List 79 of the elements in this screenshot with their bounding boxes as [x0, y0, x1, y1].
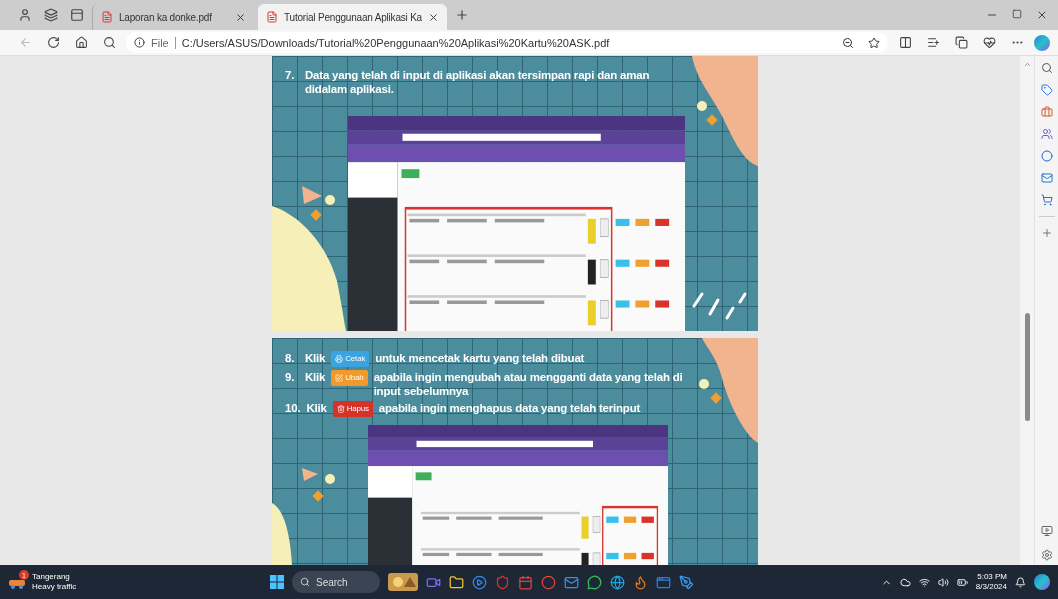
calendar-icon[interactable]: [518, 574, 533, 590]
url-scheme: File: [151, 36, 176, 49]
briefcase-icon[interactable]: [1040, 106, 1053, 118]
dash-marks: [692, 292, 747, 320]
flame-icon[interactable]: [633, 574, 648, 590]
add-icon[interactable]: [1040, 227, 1053, 239]
step-number: 7.: [285, 68, 296, 82]
diamond-shape: [310, 209, 322, 221]
step-action: Klik: [305, 351, 326, 365]
people-icon[interactable]: [1040, 128, 1053, 140]
scrollbar-thumb[interactable]: [1024, 313, 1030, 421]
step-action: Klik: [306, 401, 327, 415]
step-text: Data yang telah di input di aplikasi akan tersimpan rapi dan aman didalam aplikasi.: [305, 68, 651, 96]
window-icon[interactable]: [656, 574, 671, 590]
chat-icon[interactable]: [587, 574, 602, 590]
windows-icon[interactable]: [270, 575, 284, 589]
diamond-shape: [312, 490, 324, 502]
tag-icon[interactable]: [1040, 84, 1053, 96]
trash-icon: [336, 405, 345, 413]
browser-tab[interactable]: Tutorial Penggunaan Aplikasi Ka: [258, 4, 447, 30]
step-text: untuk mencetak kartu yang telah dibuat: [375, 351, 586, 365]
dot-shape: [699, 379, 709, 389]
print-icon: [335, 355, 344, 363]
mail-icon[interactable]: [1040, 172, 1053, 184]
step-number: 9.: [285, 370, 296, 384]
wifi-icon[interactable]: [918, 576, 930, 588]
search-field[interactable]: Search: [292, 571, 380, 593]
weather-status: Heavy traffic: [32, 582, 77, 592]
blob-shape: [272, 503, 292, 565]
step-number: 8.: [285, 351, 296, 365]
settings-icon[interactable]: [1040, 549, 1053, 561]
pdf-icon: [266, 11, 278, 23]
shield-icon[interactable]: [495, 574, 510, 590]
button-image: Cetak: [331, 351, 370, 367]
pen-icon[interactable]: [679, 574, 694, 590]
triangle-shape: [302, 468, 318, 481]
clock-date[interactable]: 8/3/2024: [975, 582, 1007, 592]
battery-icon[interactable]: [956, 576, 968, 588]
close-icon[interactable]: [235, 11, 246, 23]
star-icon[interactable]: [868, 36, 880, 49]
search-icon[interactable]: [1040, 62, 1053, 74]
volume-icon[interactable]: [937, 576, 949, 588]
copilot-icon[interactable]: [1034, 574, 1050, 590]
address-field[interactable]: File C:/Users/ASUS/Downloads/Tutorial%20Penggunaan%20Aplikasi%20Kartu%20ASK.pdf: [126, 32, 888, 53]
tab-title: Laporan ka donke.pdf: [119, 11, 213, 23]
info-icon: [134, 37, 145, 48]
mail-icon[interactable]: [564, 574, 579, 590]
dot-shape: [697, 101, 707, 111]
triangle-shape: [302, 186, 322, 204]
circle-icon[interactable]: [541, 574, 556, 590]
circle-icon[interactable]: [1040, 150, 1053, 162]
dot-shape: [325, 195, 335, 205]
maximize-icon[interactable]: [1012, 9, 1022, 19]
button-image: Hapus: [332, 401, 373, 417]
close-icon[interactable]: [428, 11, 439, 23]
cart-icon[interactable]: [1040, 194, 1053, 206]
bell-icon[interactable]: [1015, 576, 1026, 588]
close-icon[interactable]: [1036, 9, 1048, 21]
clock-time[interactable]: 5:03 PM: [977, 572, 1007, 582]
tab-title: Tutorial Penggunaan Aplikasi Ka: [284, 11, 422, 23]
folder-icon[interactable]: [449, 574, 464, 590]
button-image: Ubah: [331, 370, 368, 386]
step-number: 10.: [285, 401, 301, 415]
copilot-icon[interactable]: [1034, 34, 1050, 51]
play-icon[interactable]: [472, 574, 487, 590]
diamond-shape: [710, 392, 722, 404]
weather-location: Tangerang: [32, 572, 71, 582]
globe-icon[interactable]: [610, 574, 625, 590]
pdf-icon: [101, 11, 113, 23]
diamond-shape: [706, 114, 718, 126]
step-text: apabila ingin menghapus data yang telah terinput: [378, 401, 642, 415]
search-icon: [300, 577, 310, 587]
zoom-out-icon[interactable]: [842, 36, 854, 49]
edit-icon: [335, 374, 344, 382]
cloud-icon[interactable]: [899, 576, 911, 588]
url-text: C:/Users/ASUS/Downloads/Tutorial%20Penggunaan%20Aplikasi%20Kartu%20ASK.pdf: [181, 36, 610, 49]
step-action: Klik: [305, 370, 326, 384]
dot-shape: [325, 474, 335, 484]
screen-icon[interactable]: [1040, 525, 1053, 537]
